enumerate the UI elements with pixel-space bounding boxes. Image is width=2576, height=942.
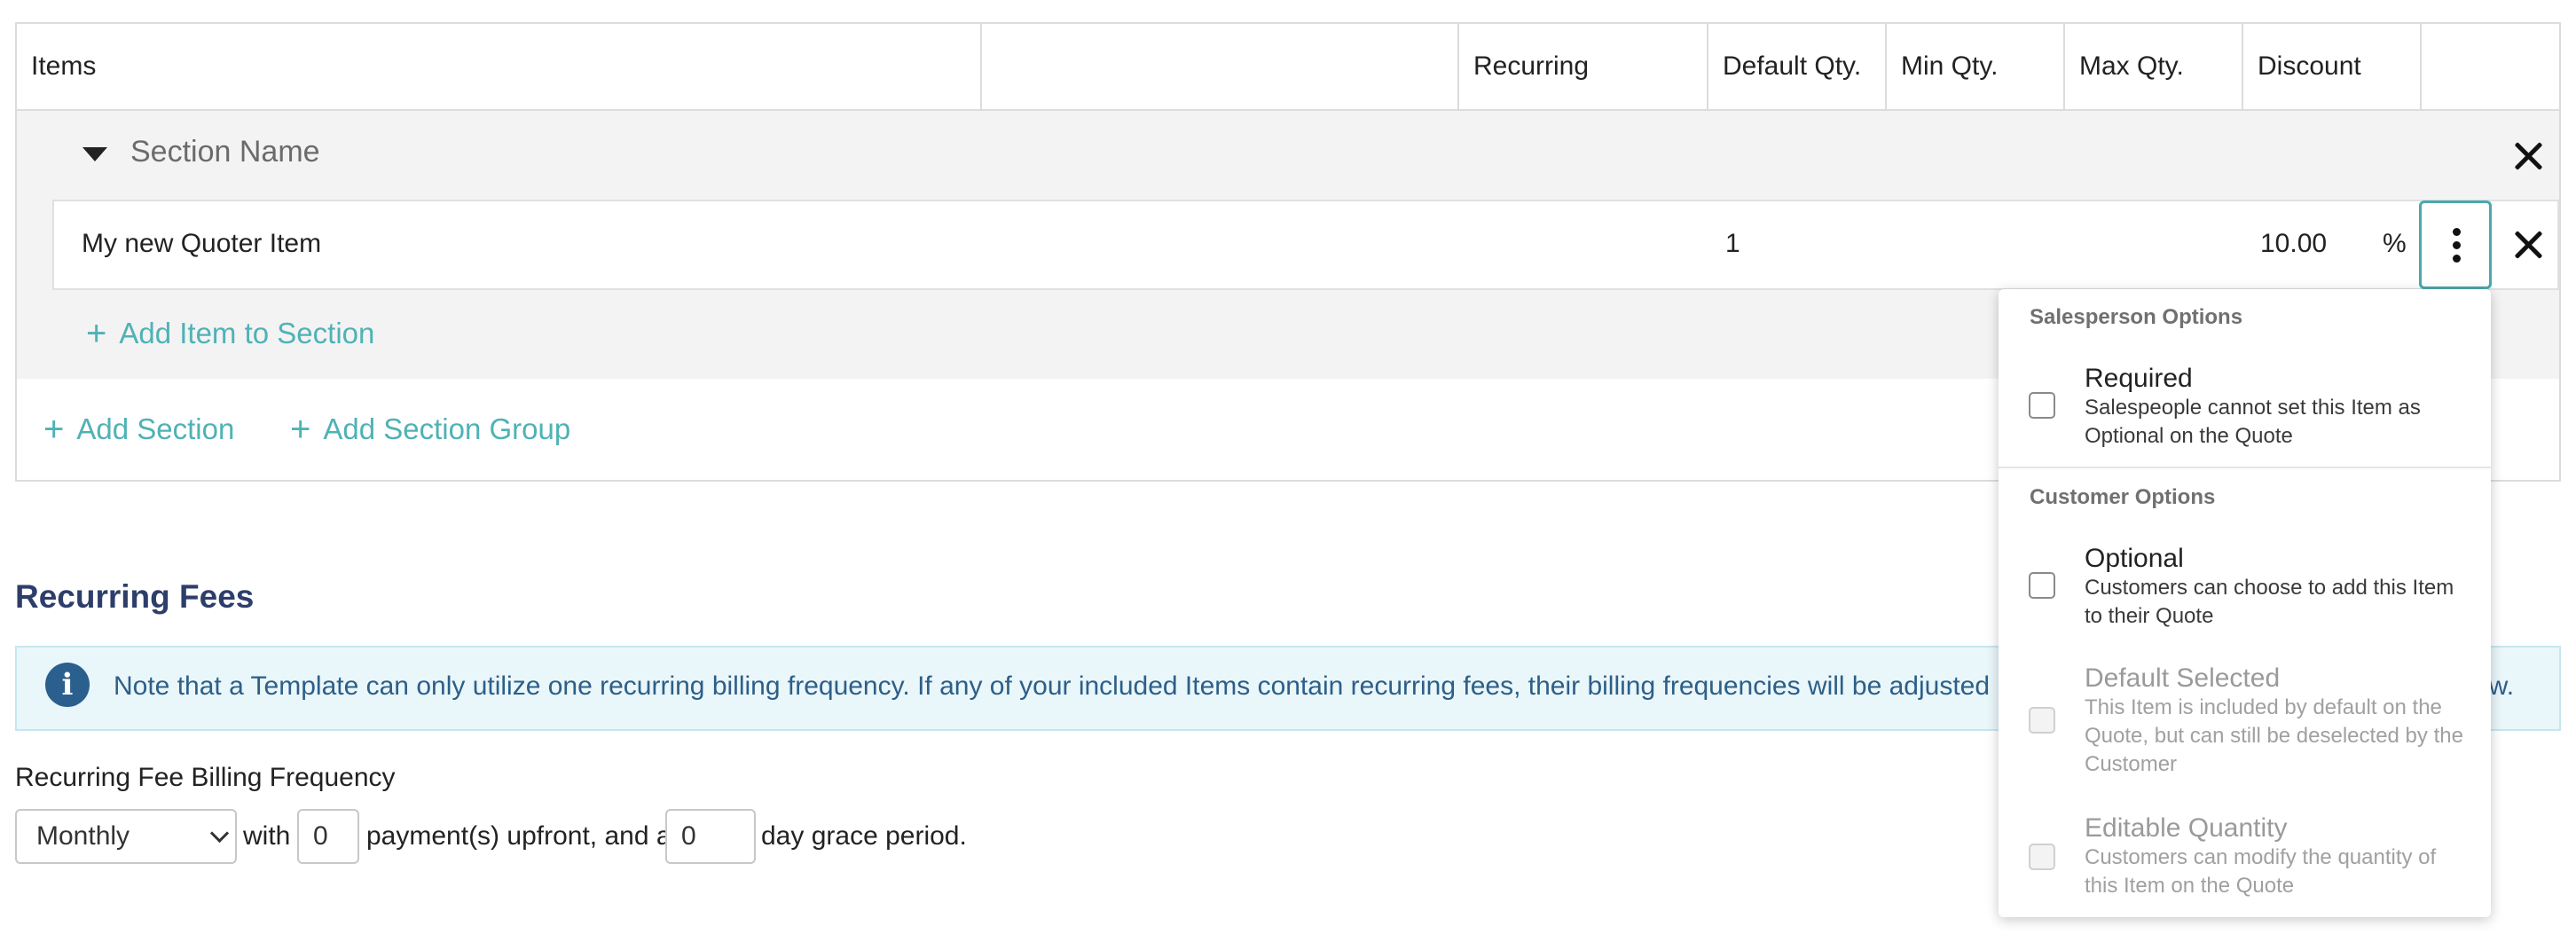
editable-quantity-checkbox[interactable]: [2029, 844, 2055, 870]
upfront-payments-input[interactable]: 0: [297, 809, 359, 864]
add-section-button[interactable]: + Add Section: [43, 412, 234, 447]
add-section-group-label: Add Section Group: [323, 412, 571, 445]
add-item-to-section-button[interactable]: + Add Item to Section: [86, 316, 374, 351]
with-text: with: [243, 821, 291, 851]
column-header-blank: [982, 24, 1459, 109]
optional-title[interactable]: Optional: [2085, 544, 2184, 574]
column-header-items: Items: [17, 24, 982, 109]
required-title[interactable]: Required: [2085, 364, 2193, 394]
add-section-group-button[interactable]: + Add Section Group: [290, 412, 570, 447]
plus-icon: +: [86, 314, 107, 353]
column-header-max-qty: Max Qty.: [2065, 24, 2243, 109]
info-icon: i: [45, 663, 90, 707]
column-header-discount: Discount: [2243, 24, 2422, 109]
salesperson-options-heading: Salesperson Options: [2030, 305, 2243, 329]
remove-item-close-icon[interactable]: [2510, 227, 2546, 263]
grace-text: day grace period.: [761, 821, 967, 851]
default-selected-description: This Item is included by default on the …: [2085, 695, 2463, 776]
discount-unit: %: [2383, 229, 2407, 258]
add-section-label: Add Section: [76, 412, 235, 445]
upfront-text: payment(s) upfront, and a: [366, 821, 671, 851]
add-item-to-section-label: Add Item to Section: [119, 317, 375, 349]
upfront-payments-value: 0: [313, 821, 328, 851]
menu-divider: [1999, 467, 2491, 468]
recurring-fees-title: Recurring Fees: [15, 578, 255, 615]
remove-section-close-icon[interactable]: [2510, 138, 2546, 174]
plus-icon: +: [290, 410, 311, 449]
default-selected-title: Default Selected: [2085, 663, 2281, 693]
frequency-select[interactable]: Monthly: [15, 809, 237, 864]
frequency-label: Recurring Fee Billing Frequency: [15, 763, 396, 792]
chevron-down-icon: [209, 823, 230, 844]
section-name[interactable]: Section Name: [130, 135, 320, 169]
item-name[interactable]: My new Quoter Item: [82, 229, 321, 259]
item-options-button[interactable]: [2419, 200, 2492, 289]
column-header-recurring: Recurring: [1459, 24, 1708, 109]
plus-icon: +: [43, 410, 65, 449]
customer-options-heading: Customer Options: [2030, 485, 2216, 509]
column-header-default-qty: Default Qty.: [1708, 24, 1887, 109]
grace-period-value: 0: [681, 821, 696, 851]
caret-down-icon[interactable]: [82, 147, 107, 161]
column-header-actions: [2422, 24, 2559, 109]
table-header: Items Recurring Default Qty. Min Qty. Ma…: [15, 22, 2561, 111]
required-description: Salespeople cannot set this Item as Opti…: [2085, 396, 2421, 448]
grace-period-input[interactable]: 0: [665, 809, 756, 864]
item-row: [52, 200, 2559, 290]
optional-checkbox[interactable]: [2029, 572, 2055, 599]
editable-quantity-description: Customers can modify the quantity of thi…: [2085, 845, 2437, 898]
default-selected-checkbox[interactable]: [2029, 707, 2055, 734]
item-discount[interactable]: 10.00: [2260, 229, 2327, 259]
optional-description: Customers can choose to add this Item to…: [2085, 576, 2454, 628]
editable-quantity-title: Editable Quantity: [2085, 813, 2288, 843]
item-default-qty[interactable]: 1: [1725, 229, 1740, 259]
required-checkbox[interactable]: [2029, 392, 2055, 419]
column-header-min-qty: Min Qty.: [1887, 24, 2065, 109]
frequency-value: Monthly: [36, 821, 130, 851]
